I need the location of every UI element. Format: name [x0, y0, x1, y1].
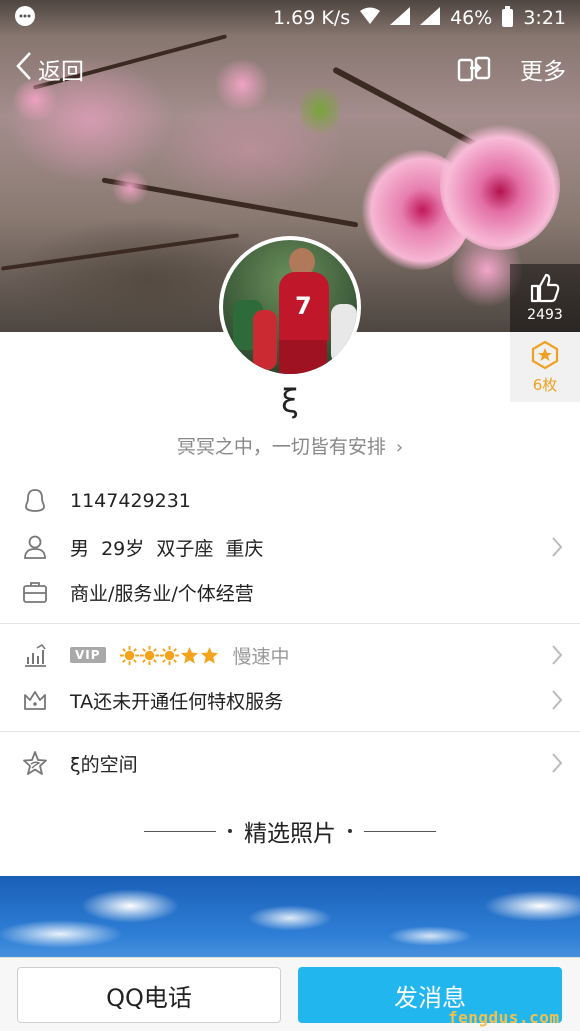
network-speed: 1.69 K/s [272, 7, 351, 29]
vip-status: 慢速中 [232, 645, 290, 668]
watermark: fengdus.com [448, 1008, 560, 1027]
signal-icon-2 [420, 6, 441, 30]
penguin-icon [22, 488, 48, 514]
battery-level: 46% [450, 7, 493, 29]
nickname: ξ [281, 382, 299, 420]
back-label: 返回 [38, 59, 84, 85]
occupation: 商业/服务业/个体经营 [70, 582, 254, 605]
person-icon [22, 534, 48, 560]
like-count: 2493 [527, 307, 563, 323]
sun-icon [159, 645, 179, 665]
signature-text: 冥冥之中，一切皆有安排 [176, 436, 386, 458]
signal-icon [390, 6, 411, 30]
sun-icon [139, 645, 159, 665]
level-chart-icon [22, 642, 48, 668]
divider [0, 731, 580, 732]
chevron-right-icon [552, 537, 563, 557]
chevron-right-icon: › [395, 437, 404, 458]
chevron-right-icon [552, 645, 563, 665]
chevron-right-icon [552, 753, 563, 773]
avatar[interactable]: 7 [219, 236, 361, 378]
star-icon [200, 646, 218, 664]
qq-call-button[interactable]: QQ电话 [17, 967, 281, 1023]
chat-notification-icon [14, 5, 36, 32]
occupation-row: 商业/服务业/个体经营 [0, 569, 580, 615]
featured-photos-header: 精选照片 [0, 814, 580, 848]
personal-info: 男 29岁 双子座 重庆 [70, 537, 264, 560]
wifi-icon [360, 7, 381, 30]
medal-icon [510, 340, 580, 370]
featured-photos-title: 精选照片 [244, 821, 336, 847]
switch-device-icon[interactable] [456, 54, 492, 84]
qq-number-row: 1147429231 [0, 478, 580, 524]
privilege-services: TA还未开通任何特权服务 [70, 690, 284, 713]
chevron-left-icon [14, 51, 34, 87]
crown-icon [22, 687, 48, 713]
vip-tag: VIP [70, 647, 106, 663]
thumbs-up-icon [510, 272, 580, 304]
privilege-services-row[interactable]: TA还未开通任何特权服务 [0, 677, 580, 723]
more-button[interactable]: 更多 [520, 52, 566, 86]
like-button[interactable]: 2493 [510, 264, 580, 332]
sun-icon [119, 645, 139, 665]
battery-icon [502, 6, 514, 27]
personal-info-row[interactable]: 男 29岁 双子座 重庆 [0, 524, 580, 570]
space-row[interactable]: ξ的空间 [0, 740, 580, 786]
qq-number: 1147429231 [70, 490, 191, 512]
level-suns [119, 645, 219, 665]
clock: 3:21 [523, 7, 566, 29]
vip-level-row[interactable]: VIP 慢速中 [0, 632, 580, 678]
divider [0, 623, 580, 624]
chevron-right-icon [552, 690, 563, 710]
briefcase-icon [22, 579, 48, 605]
title-bar: 返回 更多 [0, 46, 580, 92]
status-bar: 1.69 K/s 46% 3:21 [0, 0, 580, 36]
space-star-icon [22, 750, 48, 776]
back-button[interactable]: 返回 [14, 51, 84, 87]
star-icon [180, 646, 198, 664]
space-label: ξ的空间 [70, 753, 138, 776]
signature[interactable]: 冥冥之中，一切皆有安排 › [0, 432, 580, 459]
